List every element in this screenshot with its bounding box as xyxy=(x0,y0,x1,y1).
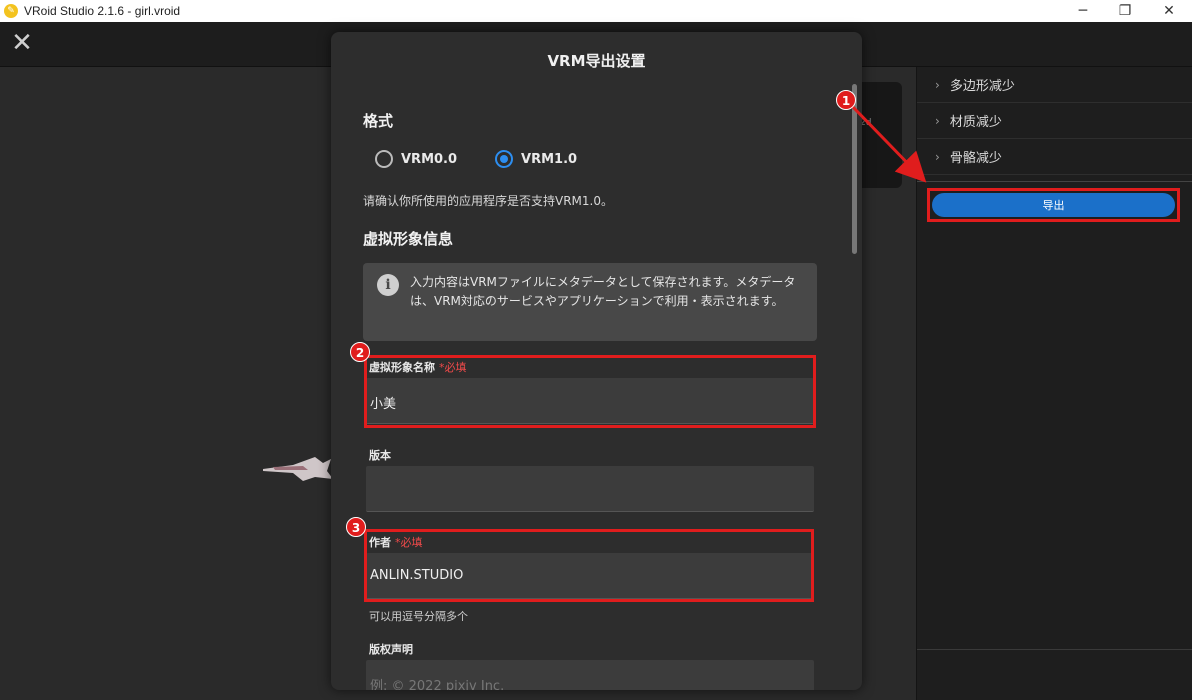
radio-vrm00[interactable] xyxy=(375,150,393,168)
title-bar: ✎ VRoid Studio 2.1.6 - girl.vroid ─ ❐ ✕ xyxy=(0,0,1192,22)
export-highlight: 导出 xyxy=(927,188,1180,222)
chevron-right-icon: › xyxy=(935,113,940,128)
divider xyxy=(917,181,1192,182)
avatar-name-input[interactable]: 小美 xyxy=(366,378,814,424)
avatar-info-section-title: 虚拟形象信息 xyxy=(363,230,454,248)
info-notice-text: 入力内容はVRMファイルにメタデータとして保存されます。メタデータは、VRM対応… xyxy=(410,275,796,308)
chevron-right-icon: › xyxy=(935,149,940,164)
close-window-button[interactable]: ✕ xyxy=(1146,0,1192,22)
step-badge-1: 1 xyxy=(836,90,856,110)
version-input[interactable] xyxy=(366,466,814,512)
model-fragment-icon xyxy=(263,457,333,481)
sidebar-item-material-reduction[interactable]: › 材质减少 xyxy=(917,103,1192,139)
radio-label-vrm00[interactable]: VRM0.0 xyxy=(401,152,457,167)
radio-vrm10[interactable] xyxy=(495,150,514,168)
minimize-button[interactable]: ─ xyxy=(1060,0,1106,22)
sidebar-item-label: 材质减少 xyxy=(949,115,1002,130)
info-notice: i 入力内容はVRMファイルにメタデータとして保存されます。メタデータは、VRM… xyxy=(363,263,817,341)
export-button[interactable]: 导出 xyxy=(932,193,1175,217)
right-panel: › 多边形减少 › 材质减少 › 骨骼减少 导出 xyxy=(916,67,1192,700)
author-hint: 可以用逗号分隔多个 xyxy=(369,610,468,623)
restore-button[interactable]: ❐ xyxy=(1102,0,1148,22)
required-mark: *必填 xyxy=(439,361,467,374)
sidebar-item-label: 骨骼减少 xyxy=(949,151,1002,166)
info-icon: i xyxy=(377,274,399,296)
copyright-input[interactable]: 例: © 2022 pixiv Inc. xyxy=(366,660,814,690)
app-logo-icon: ✎ xyxy=(4,4,18,18)
divider xyxy=(917,649,1192,650)
preview-thumbnail[interactable] xyxy=(855,82,902,188)
author-input[interactable]: ANLIN.STUDIO xyxy=(366,553,814,599)
avatar-name-label-text: 虚拟形象名称 xyxy=(369,361,435,374)
sidebar-item-polygon-reduction[interactable]: › 多边形减少 xyxy=(917,67,1192,103)
author-label: 作者 *必填 xyxy=(369,534,423,550)
chevron-right-icon: › xyxy=(935,77,940,92)
author-label-text: 作者 xyxy=(369,536,391,549)
window-title: VRoid Studio 2.1.6 - girl.vroid xyxy=(24,4,181,18)
format-radio-group: VRM0.0 VRM1.0 xyxy=(375,150,615,168)
required-mark: *必填 xyxy=(395,536,423,549)
avatar-name-label: 虚拟形象名称 *必填 xyxy=(369,359,467,375)
close-icon[interactable]: ✕ xyxy=(10,30,34,56)
format-section-title: 格式 xyxy=(363,112,394,130)
version-label: 版本 xyxy=(369,449,391,462)
vrm-export-dialog: VRM导出设置 格式 VRM0.0 VRM1.0 请确认你所使用的应用程序是否支… xyxy=(331,32,862,690)
radio-label-vrm10[interactable]: VRM1.0 xyxy=(521,152,577,167)
dialog-title: VRM导出设置 xyxy=(547,52,646,70)
scrollbar[interactable] xyxy=(852,84,857,254)
sidebar-item-bone-reduction[interactable]: › 骨骼减少 xyxy=(917,139,1192,175)
step-badge-3: 3 xyxy=(346,517,366,537)
copyright-label: 版权声明 xyxy=(369,643,413,656)
format-confirm-text: 请确认你所使用的应用程序是否支持VRM1.0。 xyxy=(363,194,613,208)
step-badge-2: 2 xyxy=(350,342,370,362)
sidebar-item-label: 多边形减少 xyxy=(949,79,1015,94)
